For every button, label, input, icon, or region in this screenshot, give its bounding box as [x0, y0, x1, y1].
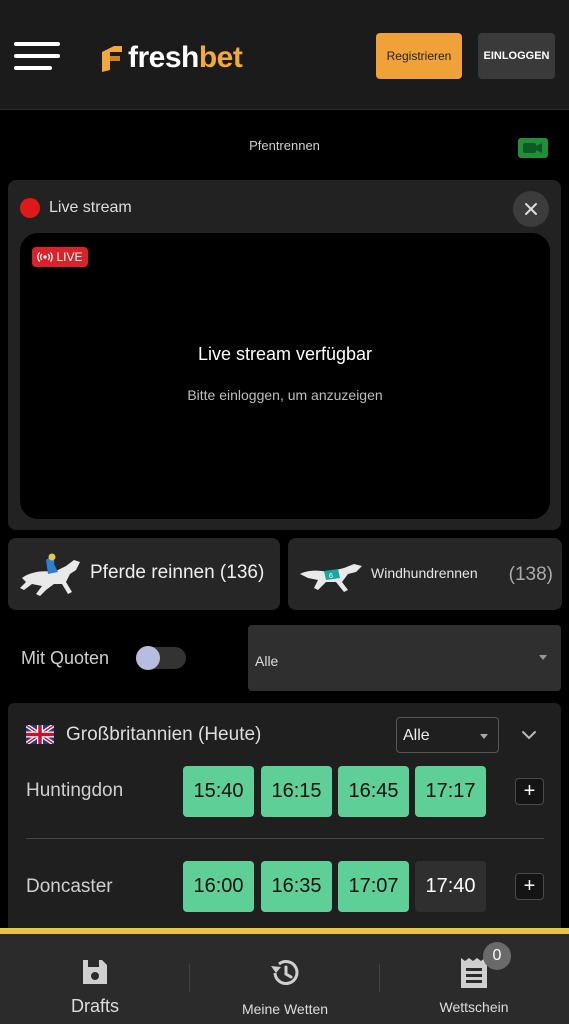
- video-camera-icon[interactable]: [518, 137, 548, 159]
- region-select-value: Alle: [403, 727, 430, 744]
- race-time-button[interactable]: 16:15: [261, 766, 332, 817]
- race-time-button[interactable]: 17:17: [415, 766, 486, 817]
- video-player[interactable]: [20, 233, 550, 519]
- plus-icon: +: [523, 875, 536, 897]
- live-badge-label: LIVE: [56, 250, 83, 264]
- sport-greyhound-count: (138): [508, 564, 553, 585]
- nav-separator: [379, 964, 380, 992]
- live-stream-title: Live stream: [49, 199, 132, 216]
- race-time-button[interactable]: 16:45: [338, 766, 409, 817]
- svg-text:6: 6: [329, 573, 333, 580]
- greyhound-icon: 6: [300, 564, 362, 592]
- sport-greyhound-label: Windhundrennen: [371, 565, 478, 581]
- region-title: Großbritannien (Heute): [66, 724, 262, 745]
- with-odds-label: Mit Quoten: [21, 648, 110, 668]
- toggle-knob: [136, 646, 160, 670]
- filter-select[interactable]: Alle: [248, 625, 561, 691]
- live-badge: LIVE: [32, 247, 88, 267]
- horse-racing-icon: [20, 553, 80, 596]
- race-time-button[interactable]: 15:40: [183, 766, 254, 817]
- stream-available-heading: Live stream verfügbar: [197, 344, 373, 364]
- login-button[interactable]: EINLOGGEN: [478, 33, 555, 79]
- nav-betslip-label[interactable]: Wettschein: [410, 999, 538, 1015]
- page-title: Pfentrennen: [249, 138, 320, 153]
- nav-my-bets-label[interactable]: Meine Wetten: [220, 1001, 350, 1017]
- freshbet-logo[interactable]: freshbet: [100, 38, 243, 78]
- venue-name[interactable]: Huntingdon: [26, 780, 123, 802]
- live-indicator-icon: [20, 198, 40, 218]
- logo-bet: bet: [198, 41, 243, 74]
- stream-login-hint: Bitte einloggen, um anzuzeigen: [187, 387, 383, 403]
- race-time-button[interactable]: 16:00: [183, 861, 254, 912]
- betslip-count-badge: 0: [483, 942, 511, 970]
- logo-mark-icon: [102, 46, 122, 72]
- close-icon: [525, 203, 537, 215]
- logo-fresh: fresh: [128, 41, 199, 74]
- sport-horse-racing[interactable]: Pferde reinnen (136): [8, 538, 280, 610]
- expand-venue-button[interactable]: +: [515, 778, 544, 805]
- nav-separator: [189, 964, 190, 992]
- register-button[interactable]: Registrieren: [376, 33, 462, 79]
- uk-flag-icon: [26, 725, 54, 744]
- close-stream-button[interactable]: [513, 191, 549, 227]
- filter-select-value: Alle: [255, 653, 279, 669]
- race-time-button[interactable]: 17:40: [415, 861, 486, 912]
- chevron-down-icon[interactable]: [520, 728, 538, 742]
- save-icon[interactable]: [80, 957, 110, 987]
- menu-icon[interactable]: [14, 42, 60, 72]
- divider: [26, 838, 544, 839]
- sport-horse-label: Pferde reinnen (136): [90, 562, 265, 583]
- race-time-button[interactable]: 16:35: [261, 861, 332, 912]
- race-time-button[interactable]: 17:07: [338, 861, 409, 912]
- expand-venue-button[interactable]: +: [515, 873, 544, 900]
- dropdown-arrow-icon: [539, 655, 547, 660]
- venue-name[interactable]: Doncaster: [26, 876, 113, 898]
- nav-drafts-label[interactable]: Drafts: [40, 996, 150, 1017]
- dropdown-arrow-icon: [480, 734, 488, 739]
- sport-greyhound-racing[interactable]: 6 Windhundrennen (138): [288, 538, 562, 610]
- history-icon[interactable]: [268, 957, 302, 989]
- with-odds-toggle[interactable]: [136, 646, 186, 670]
- broadcast-icon: [37, 252, 54, 262]
- region-filter-select[interactable]: Alle: [396, 717, 499, 753]
- plus-icon: +: [523, 780, 536, 802]
